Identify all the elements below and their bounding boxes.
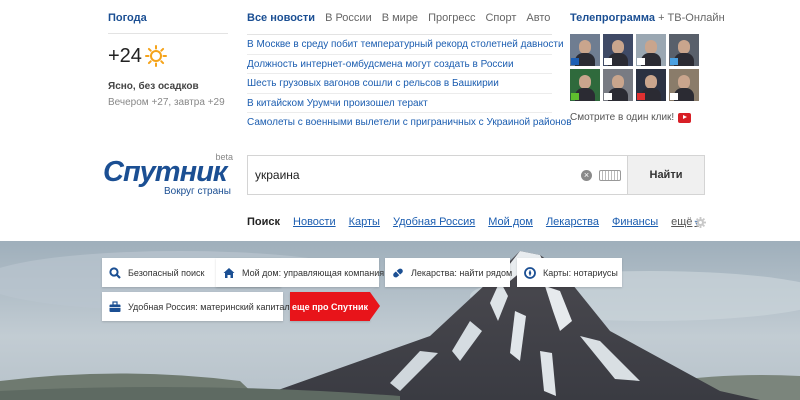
weather-title[interactable]: Погода xyxy=(108,12,228,24)
presenter-face xyxy=(612,75,624,89)
service-tab-news[interactable]: Новости xyxy=(293,216,336,228)
presenter-face xyxy=(579,75,591,89)
tv-channel-thumbnail[interactable] xyxy=(603,34,633,66)
quick-link-label: Мой дом: управляющая компания xyxy=(242,267,385,278)
gear-icon[interactable] xyxy=(695,217,706,228)
quick-link-label: еще про Спутник xyxy=(292,301,368,312)
tv-widget: Телепрограмма + ТВ-Онлайн Смотрите в оди… xyxy=(570,12,725,123)
sputnik-logo[interactable]: beta Спутник Вокруг страны xyxy=(103,150,233,200)
quick-link-label: Удобная Россия: материнский капитал xyxy=(128,301,290,312)
news-widget: Все новости В России В мире Прогресс Спо… xyxy=(247,12,572,133)
channel-logo-icon xyxy=(670,93,678,100)
news-item[interactable]: В китайском Урумчи произошел теракт xyxy=(247,94,552,113)
weather-divider xyxy=(108,33,228,34)
youtube-icon xyxy=(678,112,692,123)
news-item[interactable]: Должность интернет-омбудсмена могут созд… xyxy=(247,55,552,74)
tv-program-link[interactable]: Телепрограмма xyxy=(570,12,655,24)
channel-logo-icon xyxy=(637,58,645,65)
news-tab-sport[interactable]: Спорт xyxy=(485,12,516,24)
tv-channel-thumbnail[interactable] xyxy=(603,69,633,101)
search-input[interactable] xyxy=(248,156,568,194)
weather-widget: Погода +24 Ясно, без осадков Вечером +27… xyxy=(108,12,228,108)
news-list: В Москве в среду побит температурный рек… xyxy=(247,34,572,133)
channel-logo-icon xyxy=(604,93,612,100)
more-label: ещё xyxy=(671,216,693,228)
service-tab-convenient-russia[interactable]: Удобная Россия xyxy=(393,216,475,228)
news-item[interactable]: Самолеты с военными вылетели с пригранич… xyxy=(247,113,572,133)
news-tab-all[interactable]: Все новости xyxy=(247,12,315,24)
clear-icon[interactable]: × xyxy=(581,170,592,181)
channel-logo-icon xyxy=(571,93,579,100)
compass-icon xyxy=(524,266,536,279)
weather-forecast: Вечером +27, завтра +29 xyxy=(108,97,225,108)
quick-link-maps-notaries[interactable]: Карты: нотариусы xyxy=(517,258,622,287)
logo-tagline: Вокруг страны xyxy=(164,186,231,197)
quick-link-maternity-capital[interactable]: Удобная Россия: материнский капитал xyxy=(102,292,290,321)
tv-channel-thumbnail[interactable] xyxy=(636,69,666,101)
tv-channel-thumbnail[interactable] xyxy=(669,34,699,66)
keyboard-icon[interactable] xyxy=(599,170,621,181)
briefcase-icon xyxy=(109,300,121,312)
search-box: × xyxy=(247,155,627,195)
tv-watch-link[interactable]: Смотрите в один клик! xyxy=(570,112,705,123)
news-item[interactable]: Шесть грузовых вагонов сошли с рельсов в… xyxy=(247,74,552,94)
news-item[interactable]: В Москве в среду побит температурный рек… xyxy=(247,35,564,55)
tv-channel-thumbnail[interactable] xyxy=(636,34,666,66)
quick-link-label: Лекарства: найти рядом xyxy=(411,267,513,278)
service-tab-my-home[interactable]: Мой дом xyxy=(488,216,533,228)
tv-watch-label: Смотрите в один клик! xyxy=(570,112,675,123)
channel-logo-icon xyxy=(604,58,612,65)
tv-channel-thumbnail[interactable] xyxy=(570,34,600,66)
home-icon xyxy=(223,267,235,278)
service-tab-search[interactable]: Поиск xyxy=(247,216,280,228)
presenter-face xyxy=(612,40,624,54)
tv-thumbnails xyxy=(570,34,705,101)
hero-banner: Безопасный поиск Мой дом: управляющая ко… xyxy=(0,241,800,400)
channel-logo-icon xyxy=(670,58,678,65)
presenter-face xyxy=(678,75,690,89)
news-tab-world[interactable]: В мире xyxy=(382,12,418,24)
service-tab-medicines[interactable]: Лекарства xyxy=(546,216,599,228)
tv-channel-thumbnail[interactable] xyxy=(570,69,600,101)
presenter-face xyxy=(678,40,690,54)
news-tab-russia[interactable]: В России xyxy=(325,12,372,24)
more-about-sputnik-button[interactable]: еще про Спутник xyxy=(290,292,380,321)
sun-icon xyxy=(144,45,167,67)
weather-condition: Ясно, без осадков xyxy=(108,81,199,92)
news-tab-progress[interactable]: Прогресс xyxy=(428,12,475,24)
presenter-face xyxy=(579,40,591,54)
presenter-face xyxy=(645,40,657,54)
tv-online-link[interactable]: + ТВ-Онлайн xyxy=(658,12,725,24)
service-tabs: Поиск Новости Карты Удобная Россия Мой д… xyxy=(247,216,711,228)
tv-title: Телепрограмма + ТВ-Онлайн xyxy=(570,12,725,24)
quick-link-my-home[interactable]: Мой дом: управляющая компания xyxy=(216,258,384,287)
pill-icon xyxy=(393,268,403,277)
logo-name: Спутник xyxy=(103,156,227,188)
news-tab-auto[interactable]: Авто xyxy=(526,12,550,24)
channel-logo-icon xyxy=(571,58,579,65)
news-tabs: Все новости В России В мире Прогресс Спо… xyxy=(247,12,552,24)
presenter-face xyxy=(645,75,657,89)
service-tab-finance[interactable]: Финансы xyxy=(612,216,658,228)
service-tab-maps[interactable]: Карты xyxy=(349,216,380,228)
quick-link-label: Карты: нотариусы xyxy=(543,267,618,278)
quick-link-label: Безопасный поиск xyxy=(128,267,205,278)
search-icon xyxy=(109,266,121,279)
weather-temperature: +24 xyxy=(108,44,142,67)
tv-channel-thumbnail[interactable] xyxy=(669,69,699,101)
search-button[interactable]: Найти xyxy=(627,155,705,195)
quick-link-medicines[interactable]: Лекарства: найти рядом xyxy=(385,258,513,287)
channel-logo-icon xyxy=(637,93,645,100)
